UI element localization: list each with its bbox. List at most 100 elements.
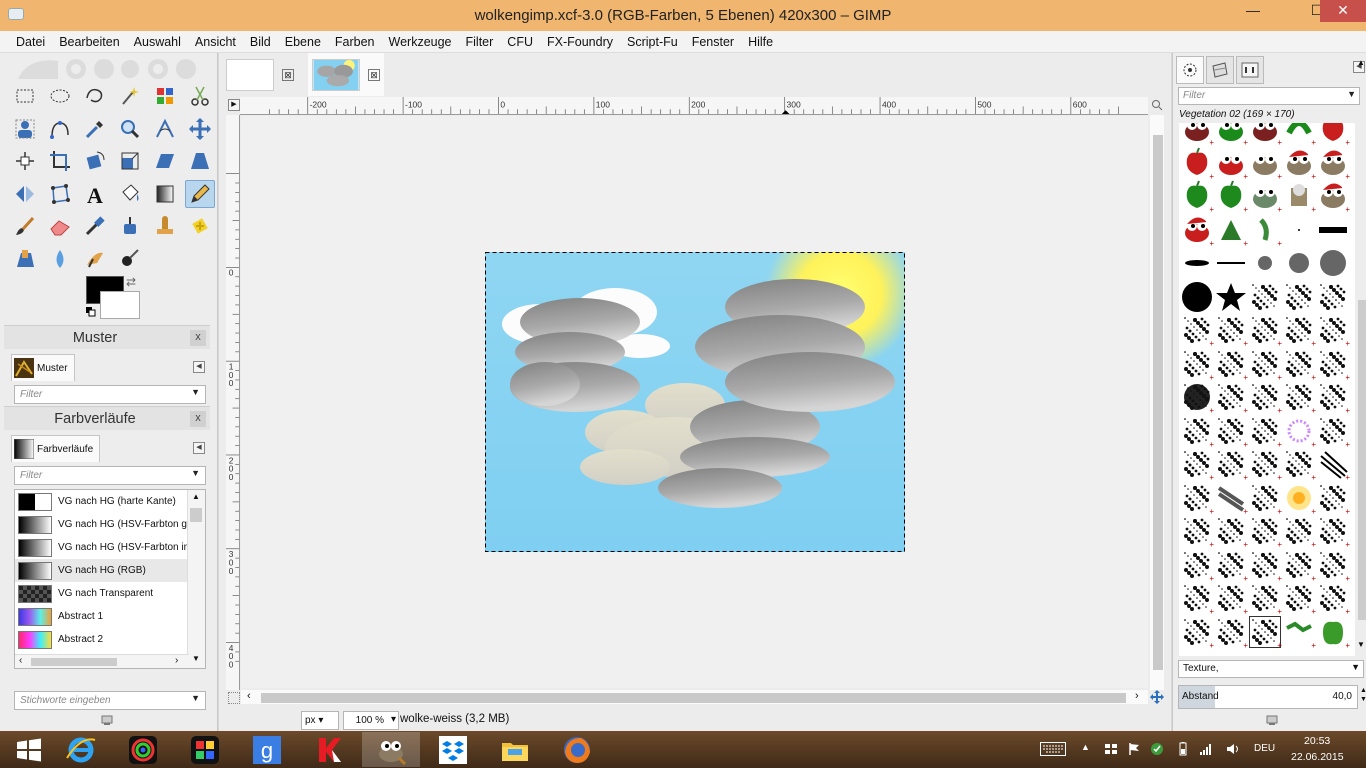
quick-mask-toggle[interactable] <box>228 692 240 704</box>
brush-item[interactable]: + <box>1181 482 1214 516</box>
tool-blend[interactable] <box>150 180 180 208</box>
minimize-button[interactable]: — <box>1238 0 1268 22</box>
brush-tags-input[interactable]: Texture, ▼ <box>1178 660 1364 678</box>
tool-cage[interactable] <box>45 180 75 208</box>
tool-rotate[interactable] <box>80 147 110 175</box>
close-tab-icon[interactable]: ⊠ <box>282 68 294 81</box>
tool-clone[interactable] <box>150 212 180 240</box>
brush-item[interactable]: + <box>1317 180 1350 214</box>
menu-ansicht[interactable]: Ansicht <box>188 31 243 52</box>
brush-item[interactable]: + <box>1283 180 1316 214</box>
tool-foreground-select[interactable] <box>10 115 40 143</box>
tool-eraser[interactable] <box>45 212 75 240</box>
brush-item[interactable] <box>1317 281 1350 314</box>
reset-colors-icon[interactable] <box>86 307 96 317</box>
chevron-up-icon[interactable]: ▲ <box>1081 742 1095 756</box>
tool-by-color-select[interactable] <box>150 82 180 110</box>
chevron-right-icon[interactable]: › <box>1135 690 1139 702</box>
brush-item[interactable]: + <box>1249 123 1282 147</box>
brush-item[interactable]: + <box>1181 582 1214 616</box>
taskbar-kaspersky[interactable] <box>300 732 358 767</box>
close-button[interactable]: ✕ <box>1320 0 1366 22</box>
spacing-slider[interactable]: Abstand 40,0 <box>1178 685 1358 709</box>
tab-patterns-right[interactable] <box>1206 56 1234 84</box>
gradients-tags-input[interactable]: Stichworte eingeben ▼ <box>14 691 206 710</box>
canvas-hscrollbar[interactable]: ‹ › <box>241 690 1148 704</box>
tab-fonts[interactable] <box>1236 56 1264 84</box>
menu-ebene[interactable]: Ebene <box>278 31 328 52</box>
brush-item[interactable]: + <box>1249 415 1282 449</box>
tool-paths[interactable] <box>45 115 75 143</box>
tab-brushes[interactable] <box>1176 56 1204 84</box>
brush-item[interactable] <box>1283 247 1316 280</box>
brush-item[interactable] <box>1249 281 1282 314</box>
brush-item[interactable]: + <box>1317 147 1350 181</box>
network-signal-icon[interactable] <box>1199 742 1213 756</box>
touch-keyboard-icon[interactable] <box>1040 742 1066 756</box>
tool-blur[interactable] <box>45 245 75 273</box>
action-center-flag-icon[interactable] <box>1127 742 1141 756</box>
gradient-list-item[interactable]: VG nach Transparent <box>15 582 187 605</box>
brush-item[interactable]: + <box>1317 616 1350 650</box>
zoom-fit-icon[interactable] <box>1151 99 1163 111</box>
tool-measure[interactable] <box>150 115 180 143</box>
brushes-vscrollbar[interactable]: ▲ ▼ <box>1357 55 1366 655</box>
chevron-left-icon[interactable]: ‹ <box>19 655 22 666</box>
menu-cfu[interactable]: CFU <box>500 31 540 52</box>
brush-item[interactable]: + <box>1215 348 1248 382</box>
brush-item[interactable]: + <box>1215 582 1248 616</box>
brush-item[interactable]: + <box>1215 381 1248 415</box>
menu-bild[interactable]: Bild <box>243 31 278 52</box>
tool-bucket-fill[interactable] <box>115 180 145 208</box>
windows-flag-tray-icon[interactable] <box>1104 742 1118 756</box>
menu-hilfe[interactable]: Hilfe <box>741 31 780 52</box>
close-tab-icon[interactable]: ⊠ <box>368 68 380 81</box>
taskbar-color-wheel-app[interactable] <box>114 732 172 767</box>
brush-item[interactable] <box>1181 281 1214 314</box>
menu-datei[interactable]: Datei <box>9 31 52 52</box>
brush-item[interactable]: + <box>1317 381 1350 415</box>
unit-select[interactable]: px ▾ <box>301 711 339 730</box>
tool-move[interactable] <box>185 115 215 143</box>
scroll-thumb[interactable] <box>1358 300 1366 620</box>
brush-item[interactable]: + <box>1215 448 1248 482</box>
brush-item[interactable]: + <box>1249 147 1282 181</box>
brush-item[interactable]: + <box>1215 214 1248 248</box>
brush-item[interactable]: + <box>1249 515 1282 549</box>
brush-item[interactable]: + <box>1249 180 1282 214</box>
language-indicator[interactable]: DEU <box>1254 743 1275 754</box>
image-menu-icon[interactable]: ▶ <box>228 99 240 111</box>
gradient-list-hscrollbar[interactable]: ‹ › <box>15 654 189 668</box>
spacing-stepper[interactable]: ▲ ▼ <box>1360 686 1366 704</box>
tool-rect-select[interactable] <box>10 82 40 110</box>
taskbar-dropbox[interactable] <box>424 732 482 767</box>
brush-item[interactable]: + <box>1181 381 1214 415</box>
tool-paintbrush[interactable] <box>10 212 40 240</box>
brush-item[interactable]: + <box>1249 381 1282 415</box>
brush-item[interactable]: + <box>1181 123 1214 147</box>
brush-item[interactable] <box>1317 247 1350 280</box>
gradient-list-item[interactable]: Abstract 2 <box>15 628 187 651</box>
brush-item[interactable]: + <box>1283 314 1316 348</box>
brush-item[interactable]: + <box>1215 549 1248 583</box>
image-canvas[interactable] <box>485 252 905 552</box>
brush-item[interactable]: + <box>1249 448 1282 482</box>
tool-text[interactable]: A <box>80 180 110 208</box>
tool-airbrush[interactable] <box>80 212 110 240</box>
brush-item[interactable]: + <box>1317 415 1350 449</box>
clock-date[interactable]: 22.06.2015 <box>1291 751 1344 763</box>
gradient-list-item[interactable]: VG nach HG (HSV-Farbton ge <box>15 513 187 536</box>
menu-filter[interactable]: Filter <box>459 31 501 52</box>
brush-item-selected[interactable]: + <box>1249 615 1282 650</box>
brush-item[interactable]: + <box>1181 214 1214 248</box>
brush-item[interactable]: + <box>1283 515 1316 549</box>
brush-item[interactable]: + <box>1283 482 1316 516</box>
brush-item[interactable]: + <box>1317 549 1350 583</box>
brush-item[interactable] <box>1181 247 1214 280</box>
menu-werkzeuge[interactable]: Werkzeuge <box>382 31 459 52</box>
brush-item[interactable]: + <box>1283 348 1316 382</box>
brush-item[interactable]: + <box>1215 415 1248 449</box>
patterns-dock-close-button[interactable]: x <box>190 330 206 346</box>
gradients-dock-close-button[interactable]: x <box>190 411 206 427</box>
gradient-list-item[interactable]: Abstract 1 <box>15 605 187 628</box>
